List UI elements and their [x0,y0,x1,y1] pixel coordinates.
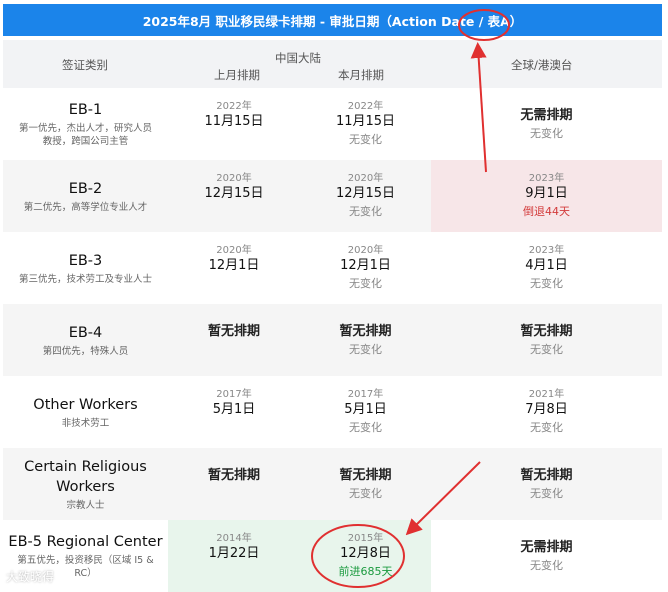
year: 2017年 [216,389,252,400]
date: 11月15日 [335,114,396,129]
header-china: 中国大陆 [275,51,321,65]
change: 无变化 [530,277,563,290]
table-row: EB-5 Regional Center 第五优先，投资移民（区域 I5 & RC… [3,520,662,592]
status: 暂无排期 [339,323,392,339]
category-desc: 宗教人士 [66,499,105,511]
global-status: 无需排期 [520,107,573,123]
change: 无变化 [349,342,382,356]
table-header: 签证类别 中国大陆 上月排期 本月排期 全球/港澳台 [3,40,662,88]
table-row: EB-4 第四优先，特殊人员 暂无排期 暂无排期无变化 暂无排期无变化 [3,304,662,376]
date: 9月1日 [525,186,568,201]
date: 12月1日 [340,258,391,273]
change: 无变化 [349,277,382,290]
category-name: EB-1 [68,102,103,118]
header-last-month: 上月排期 [214,68,260,82]
date: 4月1日 [525,258,568,273]
change: 无变化 [349,205,382,218]
category-desc: 第二优先，高等学位专业人才 [23,201,148,213]
date: 12月8日 [340,546,391,561]
category-name: EB-5 Regional Center [8,534,163,550]
global-status: 无需排期 [520,539,573,555]
date: 12月15日 [335,186,396,201]
year: 2020年 [347,245,384,256]
global-status: 暂无排期 [520,323,573,339]
year: 2022年 [347,101,384,112]
category-name: Certain Religious Workers [24,458,147,495]
date: 5月1日 [212,402,256,417]
category-desc: 第三优先，技术劳工及专业人士 [18,273,152,285]
change-advance: 前进685天 [338,565,393,578]
year: 2023年 [528,245,565,256]
category-name: EB-2 [68,180,103,197]
table-row: EB-1 第一优先，杰出人才，研究人员 教授，跨国公司主管 2022年 11月15日… [3,88,662,160]
change: 无变化 [349,486,382,500]
category-desc: 第一优先，杰出人才，研究人员 教授，跨国公司主管 [18,123,152,147]
change-retreat: 倒退44天 [523,205,570,218]
year: 2020年 [216,245,252,256]
table-row: EB-2 第二优先，高等学位专业人才 2020年 12月15日 2020年 12月15… [3,160,662,232]
header-global: 全球/港澳台 [511,58,573,72]
change: 无变化 [530,558,563,572]
date: 12月1日 [208,258,260,273]
visa-bulletin-table: 签证类别 中国大陆 上月排期 本月排期 全球/港澳台 EB-1 第一优先，杰出人才… [3,40,662,592]
change: 无变化 [530,421,563,434]
change: 无变化 [349,421,382,434]
year: 2017年 [347,389,384,400]
date: 12月15日 [204,186,264,201]
date: 11月15日 [204,114,264,129]
year: 2023年 [528,173,565,184]
status: 暂无排期 [207,467,260,483]
status: 暂无排期 [339,467,392,483]
change: 无变化 [530,486,563,500]
category-name: EB-4 [68,324,103,341]
header-this-month: 本月排期 [338,68,384,82]
table-row: Other Workers 非技术劳工 2017年 5月1日 2017年 5月1日无变… [3,376,662,448]
category-name: Other Workers [33,396,138,413]
status: 暂无排期 [207,323,260,339]
watermark: 大致晓得 [6,570,55,584]
year: 2015年 [347,533,384,544]
year: 2020年 [347,173,384,184]
category-desc: 非技术劳工 [61,417,110,429]
year: 2020年 [216,173,252,184]
date: 5月1日 [344,402,387,417]
year: 2022年 [216,101,252,112]
date: 1月22日 [208,546,260,561]
page-title: 2025年8月 职业移民绿卡排期 - 审批日期（Action Date / 表A… [3,4,662,36]
change: 无变化 [530,342,563,356]
table-row: EB-3 第三优先，技术劳工及专业人士 2020年 12月1日 2020年 12月1日… [3,232,662,304]
category-name: EB-3 [68,252,103,269]
table-row: Certain Religious Workers 宗教人士 暂无排期 暂无排期无… [3,448,662,520]
header-category: 签证类别 [62,58,108,72]
global-status: 暂无排期 [520,467,573,483]
category-desc: 第四优先，特殊人员 [42,345,129,357]
change: 无变化 [349,133,382,146]
year: 2021年 [528,389,565,400]
change: 无变化 [530,126,563,140]
date: 7月8日 [525,402,568,417]
year: 2014年 [216,533,252,544]
